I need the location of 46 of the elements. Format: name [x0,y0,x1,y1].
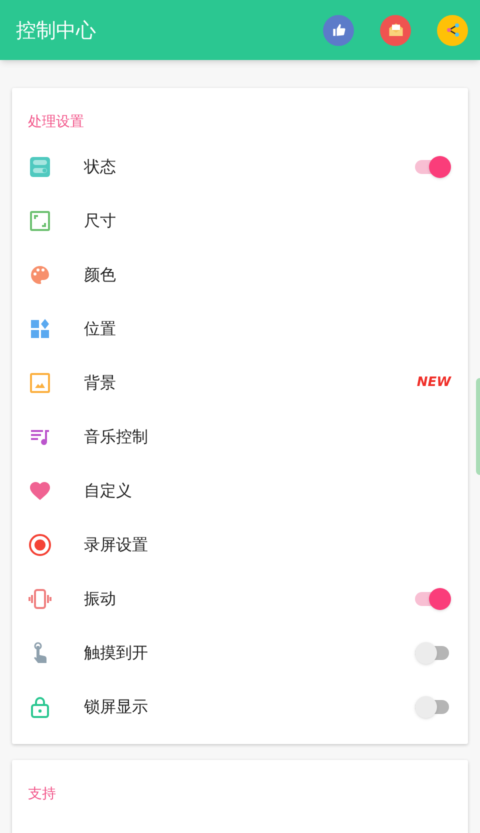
toggle-switch[interactable] [415,696,451,718]
envelope-icon [388,22,404,38]
item-label: 背景 [84,372,117,394]
tiles-icon [28,317,52,341]
palette-icon [28,263,52,287]
share-button[interactable] [437,14,468,46]
item-label: 触摸到开 [84,642,149,664]
record-icon [28,533,52,557]
settings-item[interactable]: 录屏设置 [12,518,468,572]
item-label: 锁屏显示 [84,696,149,718]
item-label: 状态 [84,156,117,178]
item-label: 录屏设置 [84,534,149,556]
settings-item[interactable]: 自定义 [12,464,468,518]
heart-icon [28,479,52,503]
app-title: 控制中心 [16,17,97,44]
section-title: 支持 [28,784,56,804]
item-label: 振动 [84,588,117,610]
toggle-switch[interactable] [415,642,451,664]
thumbs-up-button[interactable] [323,14,354,46]
item-label: 颜色 [84,264,117,286]
scrollbar[interactable] [476,378,480,475]
settings-item[interactable]: 音乐控制 [12,410,468,464]
settings-item[interactable]: 锁屏显示 [12,680,468,734]
item-label: 音乐控制 [84,426,149,448]
section-title: 处理设置 [28,112,84,132]
item-label: 位置 [84,318,117,340]
thumbs-up-icon [332,23,346,37]
settings-item[interactable]: 振动 [12,572,468,626]
new-label: NEW [416,374,451,392]
lock-icon [28,695,52,719]
settings-item[interactable]: 背景 NEW [12,356,468,410]
toggle-switch[interactable] [415,588,451,610]
settings-item[interactable]: 位置 [12,302,468,356]
settings-item[interactable]: 触摸到开 [12,626,468,680]
settings-item[interactable]: 状态 [12,140,468,194]
image-icon [28,371,52,395]
item-label: 自定义 [84,480,133,502]
vibrate-icon [28,587,52,611]
toggle-switch[interactable] [415,156,451,178]
toggles-icon [28,155,52,179]
share-icon [444,22,460,38]
settings-item[interactable]: 尺寸 [12,194,468,248]
settings-item[interactable]: 颜色 [12,248,468,302]
crop-frame-icon [28,209,52,233]
mail-button[interactable] [380,14,411,46]
item-label: 尺寸 [84,210,117,232]
